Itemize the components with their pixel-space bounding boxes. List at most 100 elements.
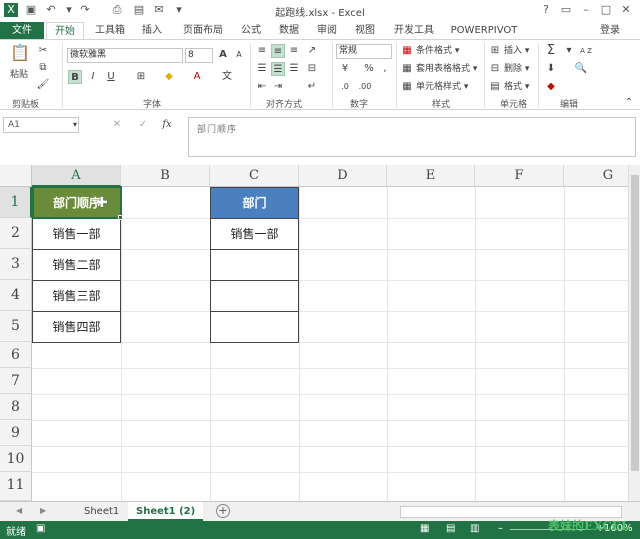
fill-color-icon[interactable]: ◆: [162, 70, 176, 84]
column-header-g[interactable]: G: [564, 165, 628, 187]
phonetic-icon[interactable]: 文: [220, 70, 234, 84]
decrease-decimal-icon[interactable]: .00: [358, 80, 372, 94]
fill-handle[interactable]: [118, 215, 123, 220]
shrink-font-icon[interactable]: A: [232, 48, 246, 62]
column-header-a[interactable]: A: [32, 165, 121, 187]
font-color-icon[interactable]: A: [190, 70, 204, 84]
clear-icon[interactable]: ◆: [544, 80, 558, 94]
tab-file[interactable]: 文件: [0, 22, 44, 40]
prev-sheet-icon[interactable]: ◀: [16, 506, 22, 515]
borders-icon[interactable]: ⊞: [134, 70, 148, 84]
row-header-4[interactable]: 4: [0, 280, 32, 311]
orientation-icon[interactable]: ↗: [305, 44, 319, 58]
help-button[interactable]: ?: [538, 3, 554, 17]
currency-icon[interactable]: ¥: [338, 62, 352, 76]
tab-toolbox[interactable]: 工具箱: [90, 22, 130, 40]
paste-icon[interactable]: 📋: [10, 45, 30, 68]
format-painter-icon[interactable]: 🖌: [36, 78, 50, 92]
font-name-select[interactable]: 微软雅黑: [67, 48, 183, 63]
fill-icon[interactable]: ⬇: [544, 62, 558, 76]
row-header-9[interactable]: 9: [0, 420, 32, 446]
cell-styles-button[interactable]: 单元格样式 ▾: [416, 80, 468, 94]
column-header-c[interactable]: C: [210, 165, 299, 187]
select-all-button[interactable]: [0, 165, 32, 187]
tab-view[interactable]: 视图: [350, 22, 380, 40]
cell-a3[interactable]: 销售二部: [32, 249, 121, 281]
cell-a1[interactable]: 部门顺序: [32, 186, 122, 219]
bold-button[interactable]: B: [68, 70, 82, 84]
vertical-scrollbar[interactable]: [628, 165, 640, 501]
column-header-f[interactable]: F: [475, 165, 564, 187]
cell-c3[interactable]: [210, 249, 299, 281]
normal-view-icon[interactable]: ▦: [420, 523, 429, 534]
autosum-dropdown-icon[interactable]: ▾: [562, 44, 576, 58]
formula-input[interactable]: 部门顺序: [188, 117, 636, 157]
new-sheet-icon[interactable]: +: [216, 504, 230, 518]
close-icon[interactable]: ✕: [618, 3, 634, 17]
ribbon-display-icon[interactable]: ▭: [558, 3, 574, 17]
paste-button[interactable]: 粘贴: [10, 68, 28, 82]
next-sheet-icon[interactable]: ▶: [40, 506, 46, 515]
underline-button[interactable]: U: [104, 70, 118, 84]
insert-function-button[interactable]: fx: [160, 118, 174, 132]
tab-formulas[interactable]: 公式: [236, 22, 266, 40]
collapse-ribbon-icon[interactable]: ⌃: [622, 96, 636, 110]
page-layout-view-icon[interactable]: ▤: [446, 523, 455, 534]
row-header-3[interactable]: 3: [0, 249, 32, 280]
increase-decimal-icon[interactable]: .0: [338, 80, 352, 94]
minimize-icon[interactable]: –: [578, 3, 594, 17]
row-header-6[interactable]: 6: [0, 342, 32, 368]
sheet-tab-sheet1[interactable]: Sheet1: [76, 502, 127, 521]
copy-icon[interactable]: ⧉: [36, 61, 50, 75]
sheet-tab-sheet1-2[interactable]: Sheet1 (2): [128, 502, 204, 521]
page-break-view-icon[interactable]: ▥: [470, 523, 479, 534]
insert-cells-button[interactable]: 插入 ▾: [504, 44, 529, 58]
vertical-scroll-thumb[interactable]: [631, 175, 639, 471]
wrap-text-icon[interactable]: ↵: [305, 80, 319, 94]
cell-c2[interactable]: 销售一部: [210, 218, 299, 250]
maximize-icon[interactable]: □: [598, 3, 614, 17]
align-right-icon[interactable]: ☰: [287, 62, 301, 76]
delete-cells-button[interactable]: 删除 ▾: [504, 62, 529, 76]
cancel-icon[interactable]: ✕: [110, 118, 124, 132]
macro-record-icon[interactable]: ▣: [36, 523, 45, 534]
align-center-icon[interactable]: ☰: [271, 62, 285, 76]
format-as-table-button[interactable]: 套用表格格式 ▾: [416, 62, 477, 76]
tab-data[interactable]: 数据: [274, 22, 304, 40]
tab-review[interactable]: 审阅: [312, 22, 342, 40]
merge-center-icon[interactable]: ⊟: [305, 62, 319, 76]
tab-insert[interactable]: 插入: [136, 22, 168, 40]
row-header-5[interactable]: 5: [0, 311, 32, 342]
align-middle-icon[interactable]: ≡: [271, 44, 285, 58]
format-cells-button[interactable]: 格式 ▾: [504, 80, 529, 94]
tab-powerpivot[interactable]: POWERPIVOT: [448, 22, 520, 40]
grow-font-icon[interactable]: A: [216, 48, 230, 62]
comma-button[interactable]: ,: [378, 62, 392, 76]
tab-home[interactable]: 开始: [46, 22, 84, 40]
column-header-b[interactable]: B: [121, 165, 210, 187]
row-header-8[interactable]: 8: [0, 394, 32, 420]
enter-icon[interactable]: ✓: [136, 118, 150, 132]
find-select-icon[interactable]: 🔍: [574, 62, 588, 76]
row-header-1[interactable]: 1: [0, 187, 32, 218]
number-format-select[interactable]: 常规: [336, 44, 392, 59]
align-top-icon[interactable]: ≡: [255, 44, 269, 58]
tab-developer[interactable]: 开发工具: [392, 22, 436, 40]
cell-a5[interactable]: 销售四部: [32, 311, 121, 343]
tab-page-layout[interactable]: 页面布局: [178, 22, 228, 40]
worksheet-grid[interactable]: A B C D E F G 1 2 3 4 5 6 7 8 9 10 11 销售…: [0, 165, 628, 501]
increase-indent-icon[interactable]: ⇥: [271, 80, 285, 94]
cell-a2[interactable]: 销售一部: [32, 218, 121, 250]
percent-button[interactable]: %: [362, 62, 376, 76]
conditional-format-button[interactable]: 条件格式 ▾: [416, 44, 459, 58]
login-link[interactable]: 登录: [600, 22, 620, 40]
row-header-10[interactable]: 10: [0, 446, 32, 472]
autosum-button[interactable]: Σ: [544, 44, 558, 58]
row-header-2[interactable]: 2: [0, 218, 32, 249]
cell-a4[interactable]: 销售三部: [32, 280, 121, 312]
column-header-e[interactable]: E: [387, 165, 475, 187]
row-header-11[interactable]: 11: [0, 472, 32, 501]
zoom-out-icon[interactable]: –: [498, 523, 503, 534]
row-header-7[interactable]: 7: [0, 368, 32, 394]
name-box-dropdown-icon[interactable]: ▾: [68, 118, 82, 132]
